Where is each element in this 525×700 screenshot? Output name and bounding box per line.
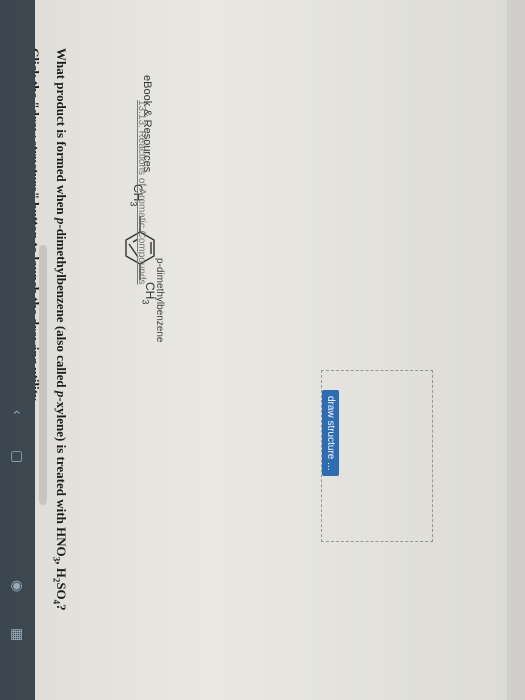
horizontal-scrollbar[interactable] [39,245,47,505]
question-page: Click the "draw structure" button to lau… [0,0,525,700]
ebook-resource-link[interactable]: 13.13. Reactions of Aromatic Compounds [136,100,147,285]
question-text: What product is formed when p-dimethylbe… [51,48,69,611]
molecule-caption: p-dimethylbenzene [154,258,165,343]
side-toolbar: ‹ ▢ ◉ ▦ [0,0,35,700]
chevron-icon[interactable]: ‹ [10,410,26,415]
camera-icon[interactable]: ◉ [10,580,26,592]
top-divider [507,0,525,700]
window-icon[interactable]: ▢ [10,450,26,463]
rotated-photo-frame: Click the "draw structure" button to lau… [0,0,525,700]
draw-structure-button[interactable]: draw structure ... [322,390,339,477]
grid-icon[interactable]: ▦ [10,628,26,641]
